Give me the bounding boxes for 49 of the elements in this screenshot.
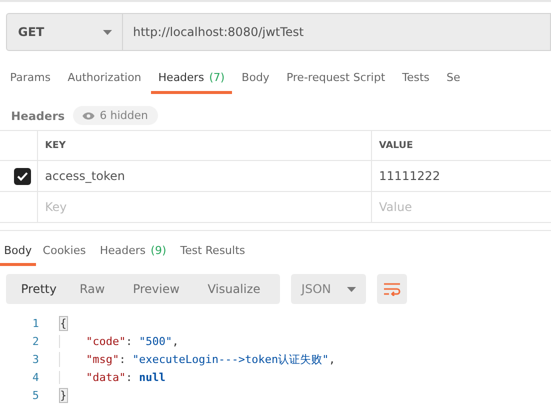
line-number: 3 — [31, 352, 40, 366]
json-punctuation: : — [119, 352, 127, 366]
eye-icon — [82, 112, 95, 120]
line-number: 2 — [31, 334, 40, 348]
line-number: 4 — [31, 370, 40, 384]
json-key: "data" — [86, 370, 126, 384]
tab[interactable]: Body — [0, 237, 36, 266]
format-dropdown[interactable]: JSON — [291, 274, 366, 304]
view-mode-tab[interactable]: Raw — [66, 274, 119, 304]
view-mode-tab[interactable]: Pretty — [12, 274, 66, 304]
tab[interactable]: Headers (7) — [151, 63, 232, 94]
json-key: "code" — [86, 334, 126, 348]
line-number: 1 — [31, 316, 40, 330]
method-dropdown[interactable]: GET — [6, 13, 123, 51]
json-bracket: } — [60, 388, 67, 402]
tab[interactable]: Pre-request Script — [279, 63, 392, 94]
line-number: 5 — [31, 388, 40, 402]
json-keyword: null — [139, 370, 166, 384]
view-mode-tab[interactable]: Visualize — [194, 274, 274, 304]
tab[interactable]: Authorization — [60, 63, 148, 94]
tab[interactable]: Params — [3, 63, 58, 94]
json-punctuation: , — [328, 352, 336, 366]
tab[interactable]: Body — [234, 63, 276, 94]
column-header: KEY — [37, 131, 371, 160]
column-header: VALUE — [371, 131, 551, 160]
tab[interactable]: Tests — [395, 63, 437, 94]
table-cell[interactable]: 11111222 — [371, 161, 551, 191]
caret-icon — [103, 30, 112, 34]
checkmark-icon — [16, 172, 28, 180]
json-punctuation: : — [126, 334, 134, 348]
json-punctuation: , — [172, 334, 179, 348]
wrap-lines-button[interactable] — [377, 274, 408, 304]
json-punctuation: : — [126, 370, 134, 384]
json-key: "msg" — [86, 352, 120, 366]
url-field[interactable]: http://localhost:8080/jwtTest — [123, 13, 551, 51]
tab[interactable]: Se — [440, 63, 468, 94]
table-cell[interactable]: access_token — [37, 161, 371, 191]
tab[interactable]: Test Results — [173, 237, 252, 266]
wrap-icon — [383, 282, 402, 296]
json-string: "executeLogin--->token认证失败" — [132, 352, 329, 366]
caret-icon — [347, 286, 356, 292]
hidden-headers-toggle[interactable]: 6 hidden — [72, 106, 158, 125]
view-mode-tab[interactable]: Preview — [118, 274, 194, 304]
json-string: "500" — [139, 334, 172, 348]
section-label: Headers — [11, 108, 65, 122]
json-bracket: { — [60, 316, 67, 330]
tab[interactable]: Headers (9) — [92, 237, 174, 266]
checkbox[interactable] — [14, 168, 30, 184]
tab[interactable]: Cookies — [36, 237, 93, 266]
